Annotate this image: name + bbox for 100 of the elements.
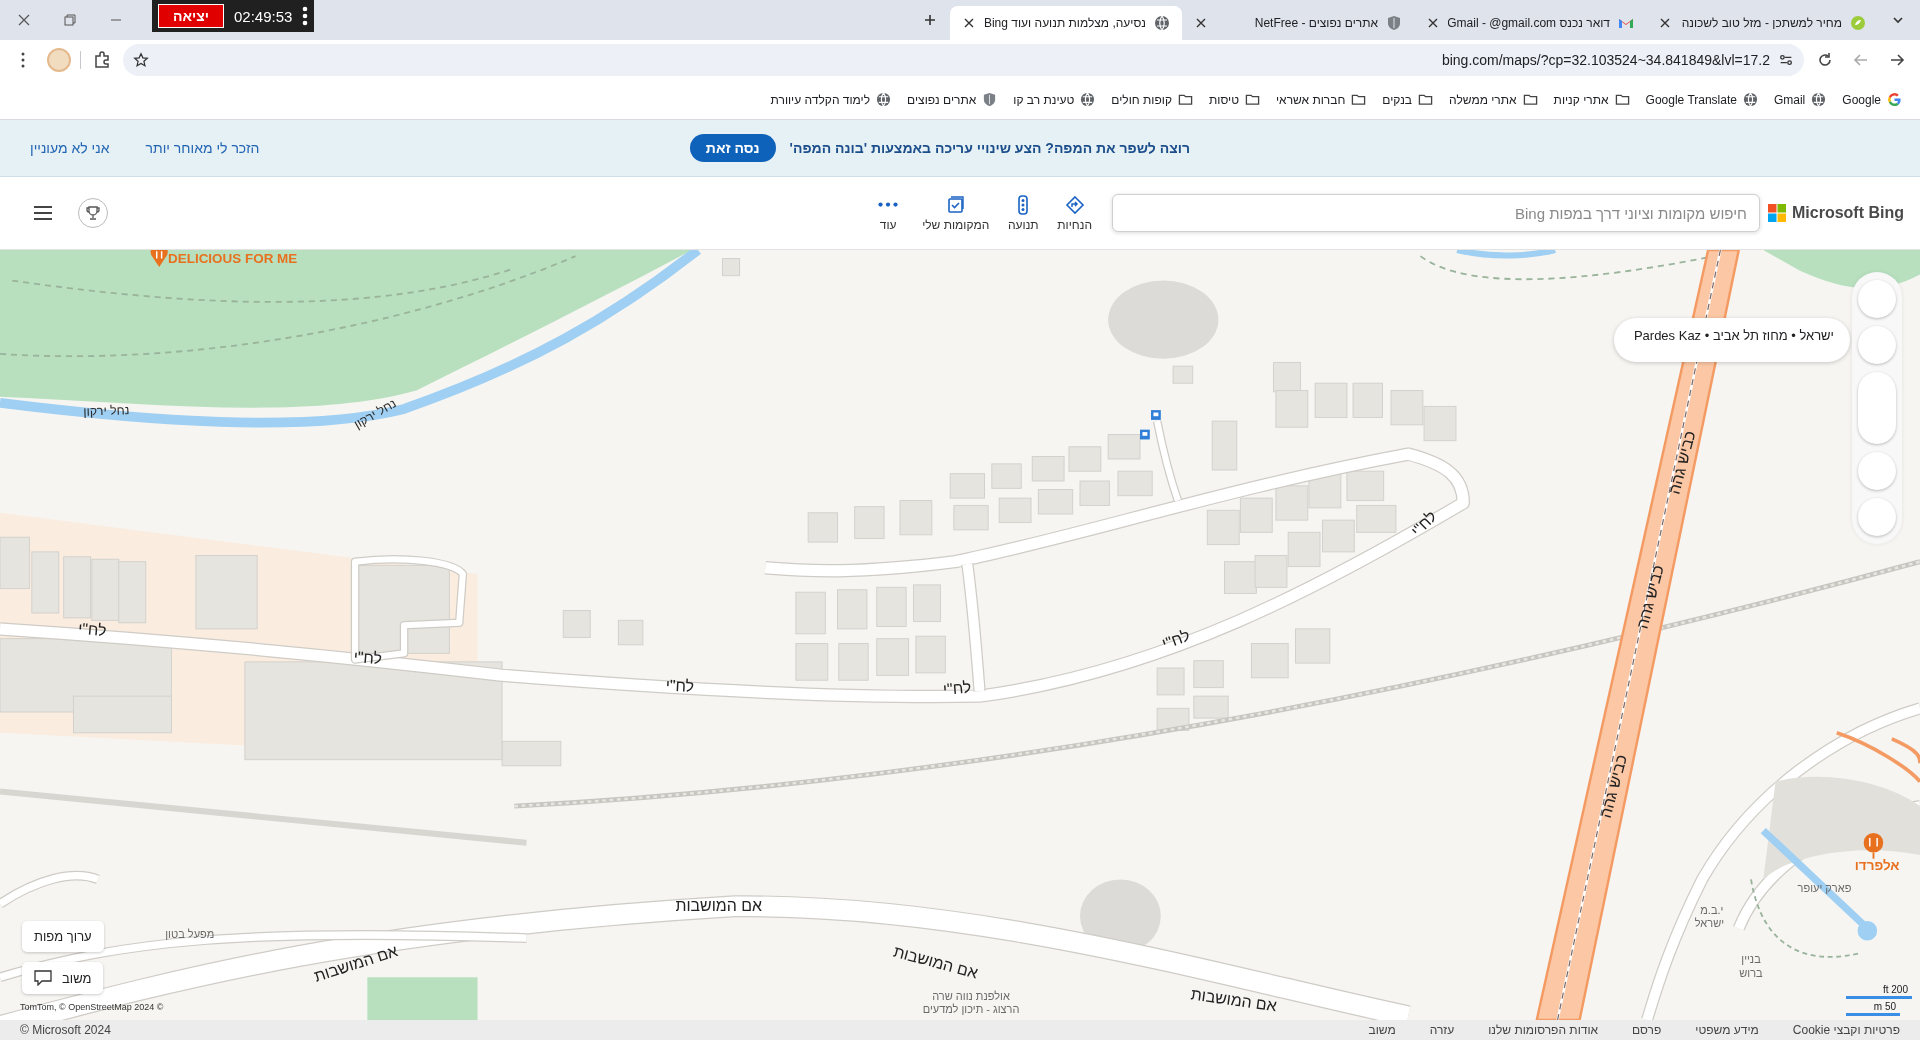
folder-icon [1245,92,1260,107]
place-label: ישראל [1694,917,1725,930]
star-icon[interactable] [133,52,149,68]
leaf-icon [1850,15,1866,31]
timer-time: 02:49:53 [234,7,293,25]
windows-logo-icon [1768,204,1786,222]
directions-icon [1064,194,1085,215]
not-interested-link[interactable]: אני לא מעוניין [30,140,110,156]
tab-title: מחיר למשתכן - מזל טוב לשכונה [1681,16,1842,30]
folder-icon [1351,92,1367,107]
bookmark-link[interactable]: טיסות [1209,92,1239,107]
scale-bar: 50 m [1846,1001,1900,1016]
bookmark-link[interactable]: Gmail [1773,92,1806,107]
folder-icon [1522,92,1538,107]
close-icon[interactable] [1194,16,1208,30]
folder-icon [1418,92,1434,107]
tab-title: נסיעה, מצלמות תנועה ועוד Bing [984,16,1146,30]
bing-logo-text: Microsoft Bing [1792,204,1904,222]
menu-icon[interactable] [32,204,54,222]
road-label: לח"י [1159,626,1193,653]
search-field[interactable]: חיפוש מקומות וציוני דרך במפות Bing [1112,194,1760,232]
footer-link[interactable]: אודות הפרסומות שלנו [1488,1023,1599,1037]
bookmark-link[interactable]: אתרי קניות [1553,92,1609,107]
road-label: לח"י [77,619,108,640]
site-settings-icon[interactable] [1778,52,1794,68]
place-label: ברוש [1739,967,1763,980]
road-label: כביש גהה [1665,428,1699,496]
globe-icon [1742,92,1758,107]
location-breadcrumb: ישראל • מחוז תל אביב • Pardes Kaz [1614,318,1850,362]
globe-icon [876,92,892,107]
trophy-icon [85,205,101,221]
poi-label: DELICIOUS FOR ME [168,251,298,267]
footer-link[interactable]: מידע משפטי [1695,1023,1759,1037]
road-label: כביש גהה [1633,563,1667,631]
folder-icon [1614,92,1630,107]
footer-link[interactable]: פרטיות וקבצי Cookie [1792,1023,1900,1037]
bus-stop-icon[interactable] [1140,429,1150,440]
reload-icon[interactable] [1816,51,1834,69]
shield-icon [1386,15,1402,31]
place-label: י.ב.מ [1700,903,1724,916]
bookmark-link[interactable]: בנקים [1382,92,1413,107]
footer-link[interactable]: עזרה [1429,1023,1455,1037]
nav-button[interactable]: עוד [866,190,911,236]
try-it-button[interactable]: נסה זאת [689,134,776,162]
feedback-button[interactable]: משוב [22,962,104,994]
road-label: לח"י [942,678,972,698]
browser-tab[interactable]: אתרים נפוצים - NetFree [1182,6,1414,40]
exit-button[interactable]: יציאה [158,4,224,28]
address-bar[interactable]: bing.com/maps/?cp=32.103524~34.841849&lvl=17.2 [123,44,1804,76]
bookmark-link[interactable]: קופות חולים [1111,92,1172,107]
bus-stop-icon[interactable] [1151,410,1161,420]
bookmark-link[interactable]: Google Translate [1645,92,1737,107]
tab-title: אתרים נפוצים - NetFree [1254,16,1378,30]
bookmark-link[interactable]: אתרים נפוצים [907,92,977,107]
road-label: אם המושבות [891,942,980,982]
nav-button[interactable]: המקומות שלי [916,190,996,236]
browser-tab[interactable]: נסיעה, מצלמות תנועה ועוד Bing [950,6,1182,40]
globe-icon [1811,92,1827,107]
bookmark-link[interactable]: חברות אשראי [1276,92,1346,107]
nav-button[interactable]: תנועה [1001,190,1046,236]
google-icon [1887,92,1902,107]
road-label: אם המושבות [675,897,763,915]
place-label: פארק יעופר [1797,881,1852,894]
road-label: אם המושבות [1189,985,1278,1015]
road-label: כביש גהה [1596,752,1631,820]
restaurant-pin-icon[interactable] [150,250,168,268]
globe-icon [1154,15,1170,31]
footer-link[interactable]: פרסם [1632,1023,1662,1037]
bookmark-link[interactable]: טעינת רב קו [1013,92,1075,107]
restaurant-pin-icon[interactable] [1863,833,1884,860]
edit-maps-button[interactable]: ערוך מפות [22,921,104,952]
copyright-text: Microsoft 2024 © [20,1023,111,1037]
road-label: לח"י [665,676,695,695]
map-attribution: TomTom, © OpenStreetMap 2024 © [20,1002,164,1012]
close-icon[interactable] [1426,16,1440,30]
tab-title: דואר נכנס Gmail - @gmail.com [1448,16,1610,30]
river-label: נחל ירקון [83,403,130,419]
more-icon [878,201,899,207]
remind-later-link[interactable]: הזכר לי מאוחר יותר [145,140,260,156]
road-label: אם המושבות [312,942,400,985]
road-label: לח"י [1407,507,1440,540]
more-icon[interactable] [302,6,309,26]
place-label: אולפנת נווה שרה [932,990,1010,1003]
close-icon[interactable] [962,16,976,30]
nav-button[interactable]: הנחיות [1051,190,1098,236]
place-label: הרצוג - תיכון למדעים [922,1002,1020,1015]
place-label: מפעל בטון [165,928,215,941]
browser-tab[interactable]: דואר נכנס Gmail - @gmail.com [1414,6,1646,40]
banner-message: רוצה לשפר את המפה? הצע שינויי עריכה באמצעות 'בונה המפה' [789,140,1190,156]
browser-tab[interactable]: מחיר למשתכן - מזל טוב לשכונה [1646,6,1878,40]
footer-link[interactable]: משוב [1368,1023,1396,1037]
extensions-icon[interactable] [93,51,111,69]
folder-icon [1178,92,1193,107]
bookmark-link[interactable]: Google [1842,92,1881,107]
plus-icon [923,13,937,27]
close-icon[interactable] [1658,16,1672,30]
road-label: לח"י [352,647,383,668]
bookmark-link[interactable]: לימוד הקלדה עיוורת [770,92,871,107]
speech-bubble-icon [34,970,52,986]
bookmark-link[interactable]: אתרי ממשלה [1449,92,1517,107]
